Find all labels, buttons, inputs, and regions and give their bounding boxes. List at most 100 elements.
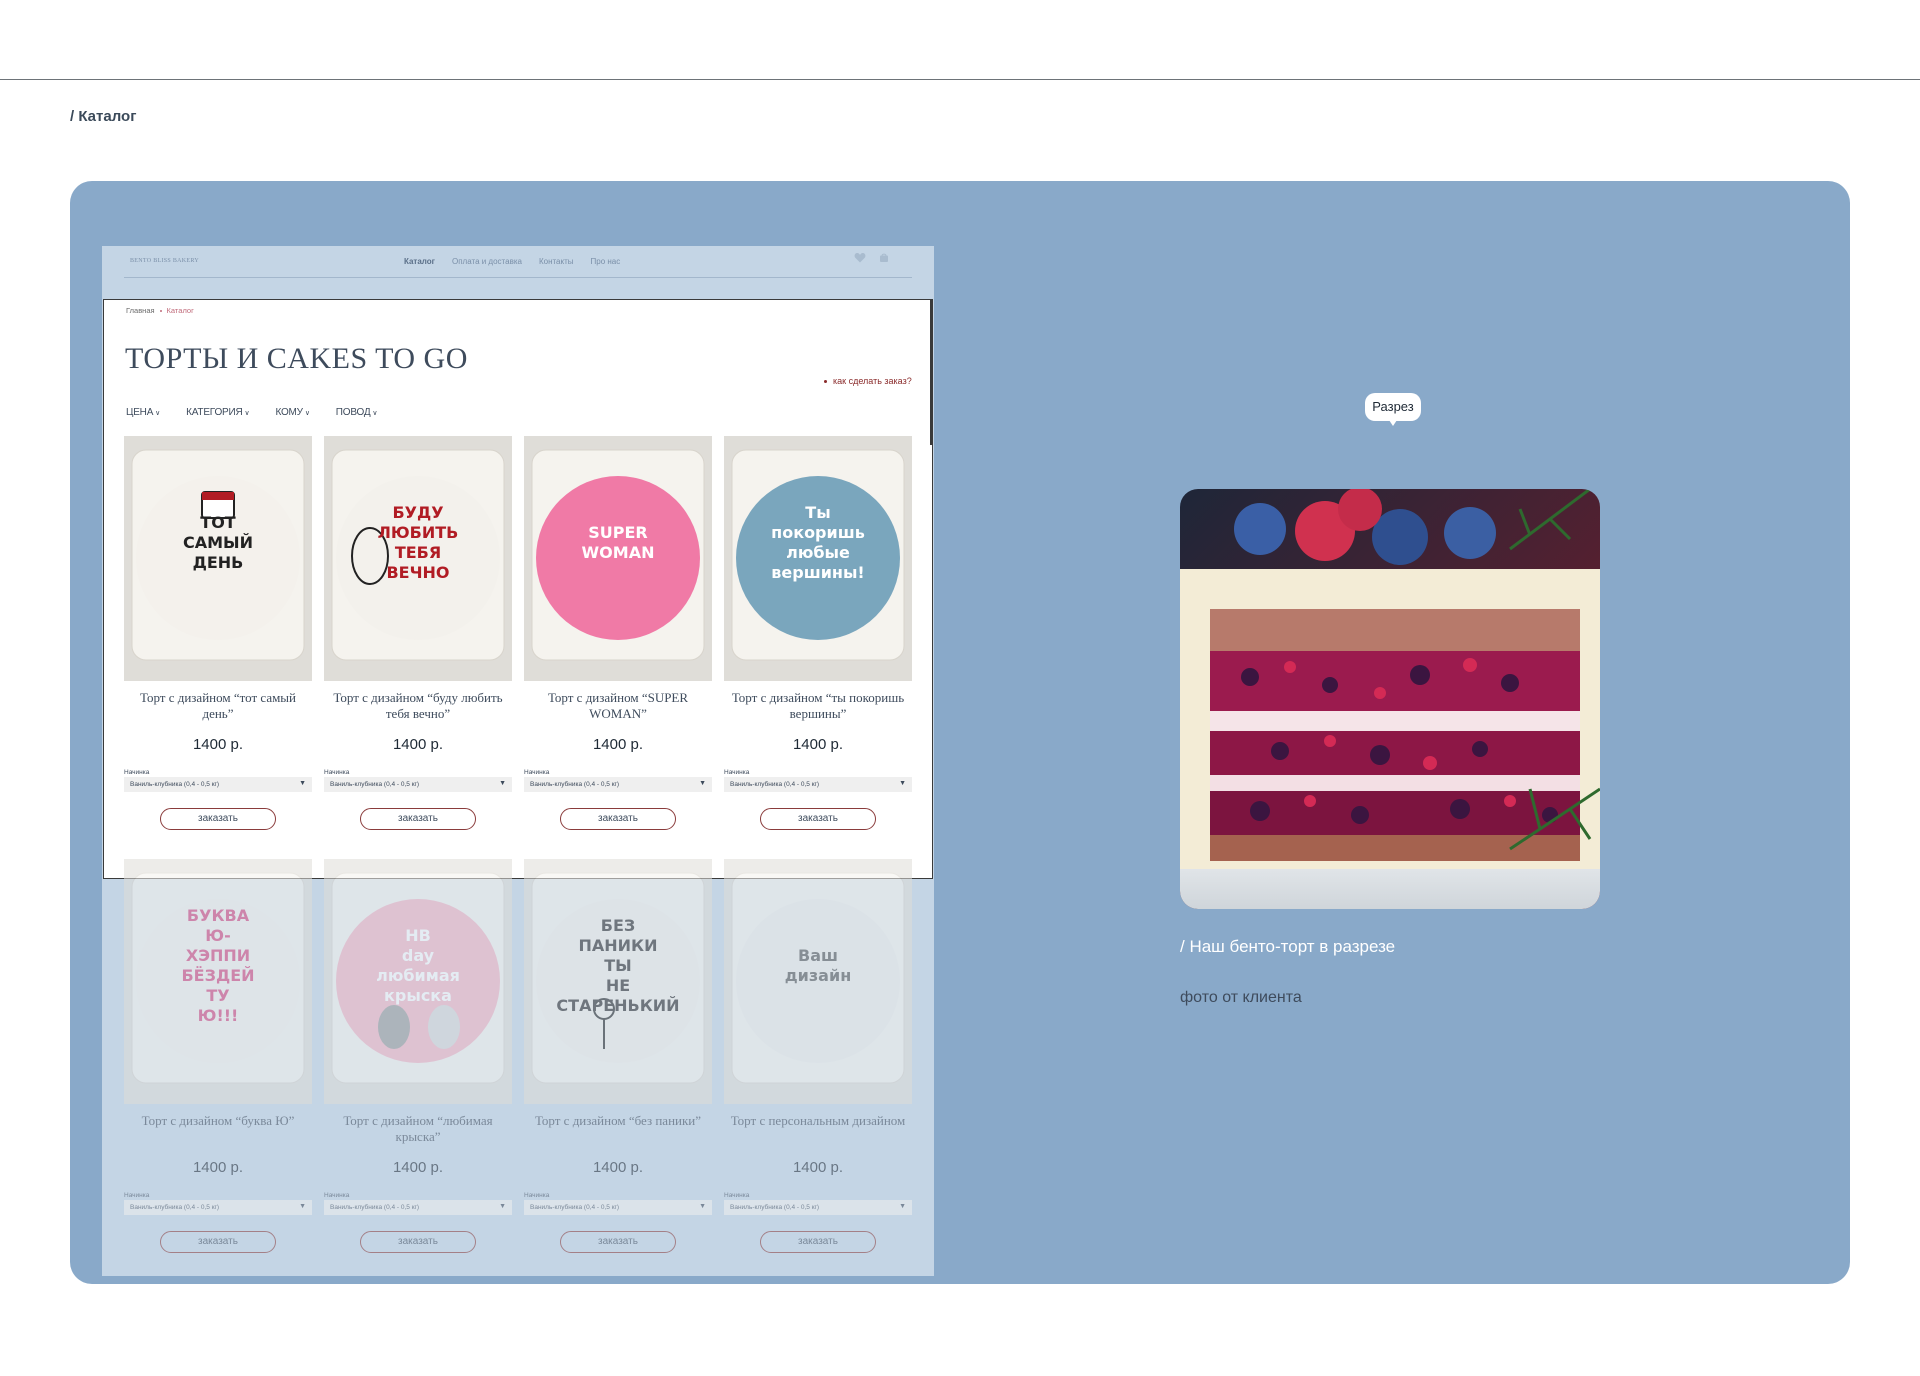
cake-photo-image: БЕЗПАНИКИТЫНЕСТАРЕНЬКИЙ: [524, 859, 712, 1104]
svg-text:ТЕБЯ: ТЕБЯ: [395, 543, 441, 562]
scrollbar[interactable]: [930, 300, 933, 445]
caret-down-icon: ▼: [899, 1203, 906, 1210]
filling-select[interactable]: Ваниль-клубника (0,4 - 0,5 кг) ▼: [724, 777, 912, 792]
order-button[interactable]: заказать: [760, 808, 876, 830]
svg-text:WOMAN: WOMAN: [582, 543, 655, 562]
svg-text:Ваш: Ваш: [798, 946, 838, 965]
svg-text:САМЫЙ: САМЫЙ: [183, 533, 253, 552]
svg-text:ТУ: ТУ: [206, 986, 229, 1005]
chevron-down-icon: ∨: [155, 410, 161, 417]
filter-bar: ЦЕНА ∨ КАТЕГОРИЯ ∨ КОМУ ∨ ПОВОД ∨: [126, 407, 378, 418]
order-button[interactable]: заказать: [560, 1231, 676, 1253]
filling-select-value: Ваниль-клубника (0,4 - 0,5 кг): [330, 781, 420, 788]
product-photo[interactable]: БУДУ ЛЮБИТЬ ТЕБЯ ВЕЧНО: [324, 436, 512, 681]
nav-item-contacts[interactable]: Контакты: [539, 257, 574, 266]
product-price: 1400 р.: [392, 736, 444, 753]
page-breadcrumb[interactable]: / Каталог: [70, 108, 136, 125]
order-button[interactable]: заказать: [360, 808, 476, 830]
product-photo[interactable]: БУКВА Ю- ХЭППИ БЁЗДЕЙ ТУ Ю!!!: [124, 859, 312, 1104]
nav-item-payment[interactable]: Оплата и доставка: [452, 257, 522, 266]
product-photo[interactable]: БЕЗ ПАНИКИ ТЫ НЕ СТАРЕНЬКИЙ: [524, 859, 712, 1104]
filling-select-value: Ваниль-клубника (0,4 - 0,5 кг): [130, 781, 220, 788]
svg-text:ТЫ: ТЫ: [604, 956, 632, 975]
order-button[interactable]: заказать: [160, 808, 276, 830]
product-row-1: ТОТ САМЫЙ ДЕНЬ Торт с дизайном “тот самый д…: [124, 436, 912, 836]
cut-caption: / Наш бенто-торт в разрезе: [1180, 937, 1396, 956]
product-title[interactable]: Торт с дизайном “тот самый день”: [124, 690, 312, 722]
filling-label: Начинка: [324, 769, 350, 776]
filter-occasion[interactable]: ПОВОД ∨: [336, 407, 378, 418]
product-price: 1400 р.: [792, 1159, 844, 1176]
order-button[interactable]: заказать: [160, 1231, 276, 1253]
cake-photo-image: Тыпокоришьлюбыевершины!: [724, 436, 912, 681]
svg-text:ДЕНЬ: ДЕНЬ: [193, 553, 244, 572]
product-photo[interactable]: ТОТ САМЫЙ ДЕНЬ: [124, 436, 312, 681]
product-card[interactable]: БЕЗ ПАНИКИ ТЫ НЕ СТАРЕНЬКИЙ Торт с дизайном “…: [524, 859, 712, 1259]
svg-text:Ю-: Ю-: [205, 926, 230, 945]
product-price: 1400 р.: [192, 1159, 244, 1176]
product-title[interactable]: Торт с персональным дизайном: [724, 1113, 912, 1129]
site-header: BENTO BLISS BAKERY Каталог Оплата и дост…: [102, 246, 934, 278]
product-card[interactable]: SUPER WOMAN Торт с дизайном “SUPER WOMAN” 1…: [524, 436, 712, 836]
filling-select-value: Ваниль-клубника (0,4 - 0,5 кг): [530, 1204, 620, 1211]
product-card[interactable]: Ты покоришь любые вершины! Торт с дизайном “…: [724, 436, 912, 836]
filling-select[interactable]: Ваниль-клубника (0,4 - 0,5 кг) ▼: [124, 1200, 312, 1215]
cake-slice-image: [1180, 489, 1600, 909]
svg-text:Ты: Ты: [805, 503, 830, 522]
filling-select[interactable]: Ваниль-клубника (0,4 - 0,5 кг) ▼: [324, 777, 512, 792]
product-title[interactable]: Торт с дизайном “любимая крыска”: [324, 1113, 512, 1145]
product-title[interactable]: Торт с дизайном “буду любить тебя вечно”: [324, 690, 512, 722]
filling-select[interactable]: Ваниль-клубника (0,4 - 0,5 кг) ▼: [724, 1200, 912, 1215]
order-button[interactable]: заказать: [360, 1231, 476, 1253]
product-card[interactable]: БУКВА Ю- ХЭППИ БЁЗДЕЙ ТУ Ю!!! Торт с дизайном …: [124, 859, 312, 1259]
filling-select[interactable]: Ваниль-клубника (0,4 - 0,5 кг) ▼: [524, 1200, 712, 1215]
howto-link[interactable]: как сделать заказ?: [824, 376, 912, 386]
svg-text:СТАРЕНЬКИЙ: СТАРЕНЬКИЙ: [556, 996, 679, 1015]
site-brand[interactable]: BENTO BLISS BAKERY: [130, 258, 199, 264]
product-title[interactable]: Торт с дизайном “ты покоришь вершины”: [724, 690, 912, 722]
breadcrumb-home[interactable]: Главная: [126, 306, 155, 315]
cake-photo-image: БУДУЛЮБИТЬТЕБЯВЕЧНО: [324, 436, 512, 681]
caret-down-icon: ▼: [499, 780, 506, 787]
product-title[interactable]: Торт с дизайном “SUPER WOMAN”: [524, 690, 712, 722]
filter-recipient[interactable]: КОМУ ∨: [275, 407, 310, 418]
product-card[interactable]: БУДУ ЛЮБИТЬ ТЕБЯ ВЕЧНО Торт с дизайном “буду…: [324, 436, 512, 836]
filling-label: Начинка: [124, 1192, 150, 1199]
nav-item-catalog[interactable]: Каталог: [404, 257, 435, 266]
filling-select[interactable]: Ваниль-клубника (0,4 - 0,5 кг) ▼: [524, 777, 712, 792]
product-card[interactable]: HB day любимая крыска Торт с дизайном “любим…: [324, 859, 512, 1259]
filter-category[interactable]: КАТЕГОРИЯ ∨: [186, 407, 250, 418]
product-photo[interactable]: SUPER WOMAN: [524, 436, 712, 681]
filling-select[interactable]: Ваниль-клубника (0,4 - 0,5 кг) ▼: [324, 1200, 512, 1215]
heart-icon[interactable]: [854, 252, 866, 263]
cake-photo-image: Вашдизайн: [724, 859, 912, 1104]
site-header-divider: [124, 277, 912, 278]
caret-down-icon: ▼: [699, 1203, 706, 1210]
product-photo[interactable]: HB day любимая крыска: [324, 859, 512, 1104]
order-button[interactable]: заказать: [760, 1231, 876, 1253]
svg-text:ХЭППИ: ХЭППИ: [186, 946, 250, 965]
svg-text:покоришь: покоришь: [771, 523, 865, 542]
product-title[interactable]: Торт с дизайном “без паники”: [524, 1113, 712, 1129]
product-price: 1400 р.: [592, 1159, 644, 1176]
site-nav: Каталог Оплата и доставка Контакты Про н…: [404, 257, 620, 266]
svg-text:любые: любые: [786, 543, 850, 562]
product-title[interactable]: Торт с дизайном “буква Ю”: [124, 1113, 312, 1129]
cake-photo-image: ТОТСАМЫЙДЕНЬ: [124, 436, 312, 681]
product-card[interactable]: Ваш дизайн Торт с персональным дизайном 140…: [724, 859, 912, 1259]
filling-select[interactable]: Ваниль-клубника (0,4 - 0,5 кг) ▼: [124, 777, 312, 792]
filter-price[interactable]: ЦЕНА ∨: [126, 407, 160, 418]
nav-item-about[interactable]: Про нас: [591, 257, 621, 266]
svg-text:SUPER: SUPER: [588, 523, 648, 542]
chevron-down-icon: ∨: [304, 410, 310, 417]
svg-text:ТОТ: ТОТ: [200, 513, 236, 532]
product-photo[interactable]: Ты покоришь любые вершины!: [724, 436, 912, 681]
filling-label: Начинка: [124, 769, 150, 776]
presentation-board: BENTO BLISS BAKERY Каталог Оплата и дост…: [70, 181, 1850, 1284]
order-button[interactable]: заказать: [560, 808, 676, 830]
product-card[interactable]: ТОТ САМЫЙ ДЕНЬ Торт с дизайном “тот самый д…: [124, 436, 312, 836]
svg-text:вершины!: вершины!: [771, 563, 864, 582]
product-photo[interactable]: Ваш дизайн: [724, 859, 912, 1104]
filling-select-value: Ваниль-клубника (0,4 - 0,5 кг): [330, 1204, 420, 1211]
cart-icon[interactable]: [878, 252, 890, 264]
